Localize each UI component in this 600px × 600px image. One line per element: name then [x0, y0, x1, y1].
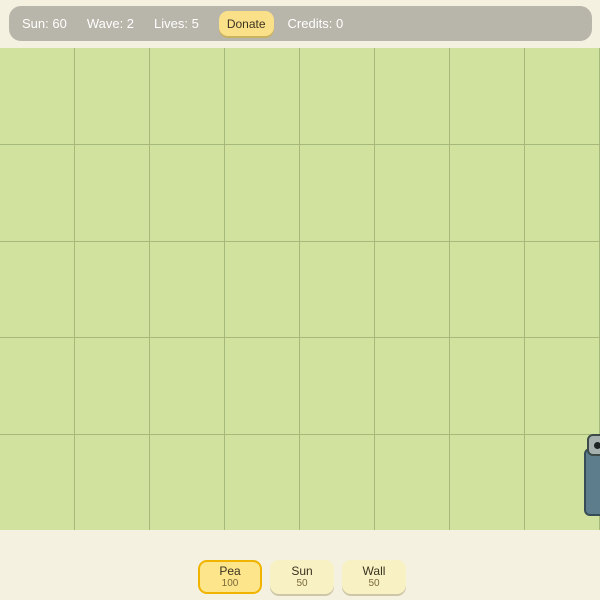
lives-counter: Lives: 5 [154, 16, 199, 31]
grid-column-line [524, 48, 525, 530]
zombie-eye [594, 442, 600, 449]
plant-card-cost: 50 [296, 578, 308, 589]
grid-column-line [149, 48, 150, 530]
grid-column-line [449, 48, 450, 530]
game-stage: Sun: 60 Wave: 2 Lives: 5 Donate Credits:… [0, 0, 600, 600]
zombie-body [584, 448, 600, 516]
grid-column-line [224, 48, 225, 530]
plant-card-cost: 100 [221, 578, 239, 589]
hud-bar: Sun: 60 Wave: 2 Lives: 5 Donate Credits:… [9, 6, 592, 41]
sun-counter: Sun: 60 [22, 16, 67, 31]
donate-button[interactable]: Donate [218, 11, 274, 36]
grid-row-line [0, 434, 600, 435]
grid-column-line [74, 48, 75, 530]
plant-card-pea[interactable]: Pea 100 [198, 560, 262, 594]
wave-counter: Wave: 2 [86, 16, 135, 31]
grid-row-line [0, 144, 600, 145]
plant-card-wall[interactable]: Wall 50 [342, 560, 406, 594]
plant-card-name: Pea [219, 564, 241, 578]
plant-card-sun[interactable]: Sun 50 [270, 560, 334, 594]
grid-column-line [299, 48, 300, 530]
zombie-head [587, 434, 600, 456]
plant-card-name: Sun [291, 564, 313, 578]
zombie [584, 434, 600, 518]
plant-card-cost: 50 [368, 578, 380, 589]
lawn-grid[interactable] [0, 48, 600, 530]
grid-row-line [0, 337, 600, 338]
plant-card-name: Wall [362, 564, 386, 578]
lawn-board[interactable] [0, 48, 600, 530]
credits-counter: Credits: 0 [287, 16, 344, 31]
grid-row-line [0, 241, 600, 242]
grid-column-line [374, 48, 375, 530]
plant-card-tray: Pea 100 Sun 50 Wall 50 [198, 560, 406, 594]
